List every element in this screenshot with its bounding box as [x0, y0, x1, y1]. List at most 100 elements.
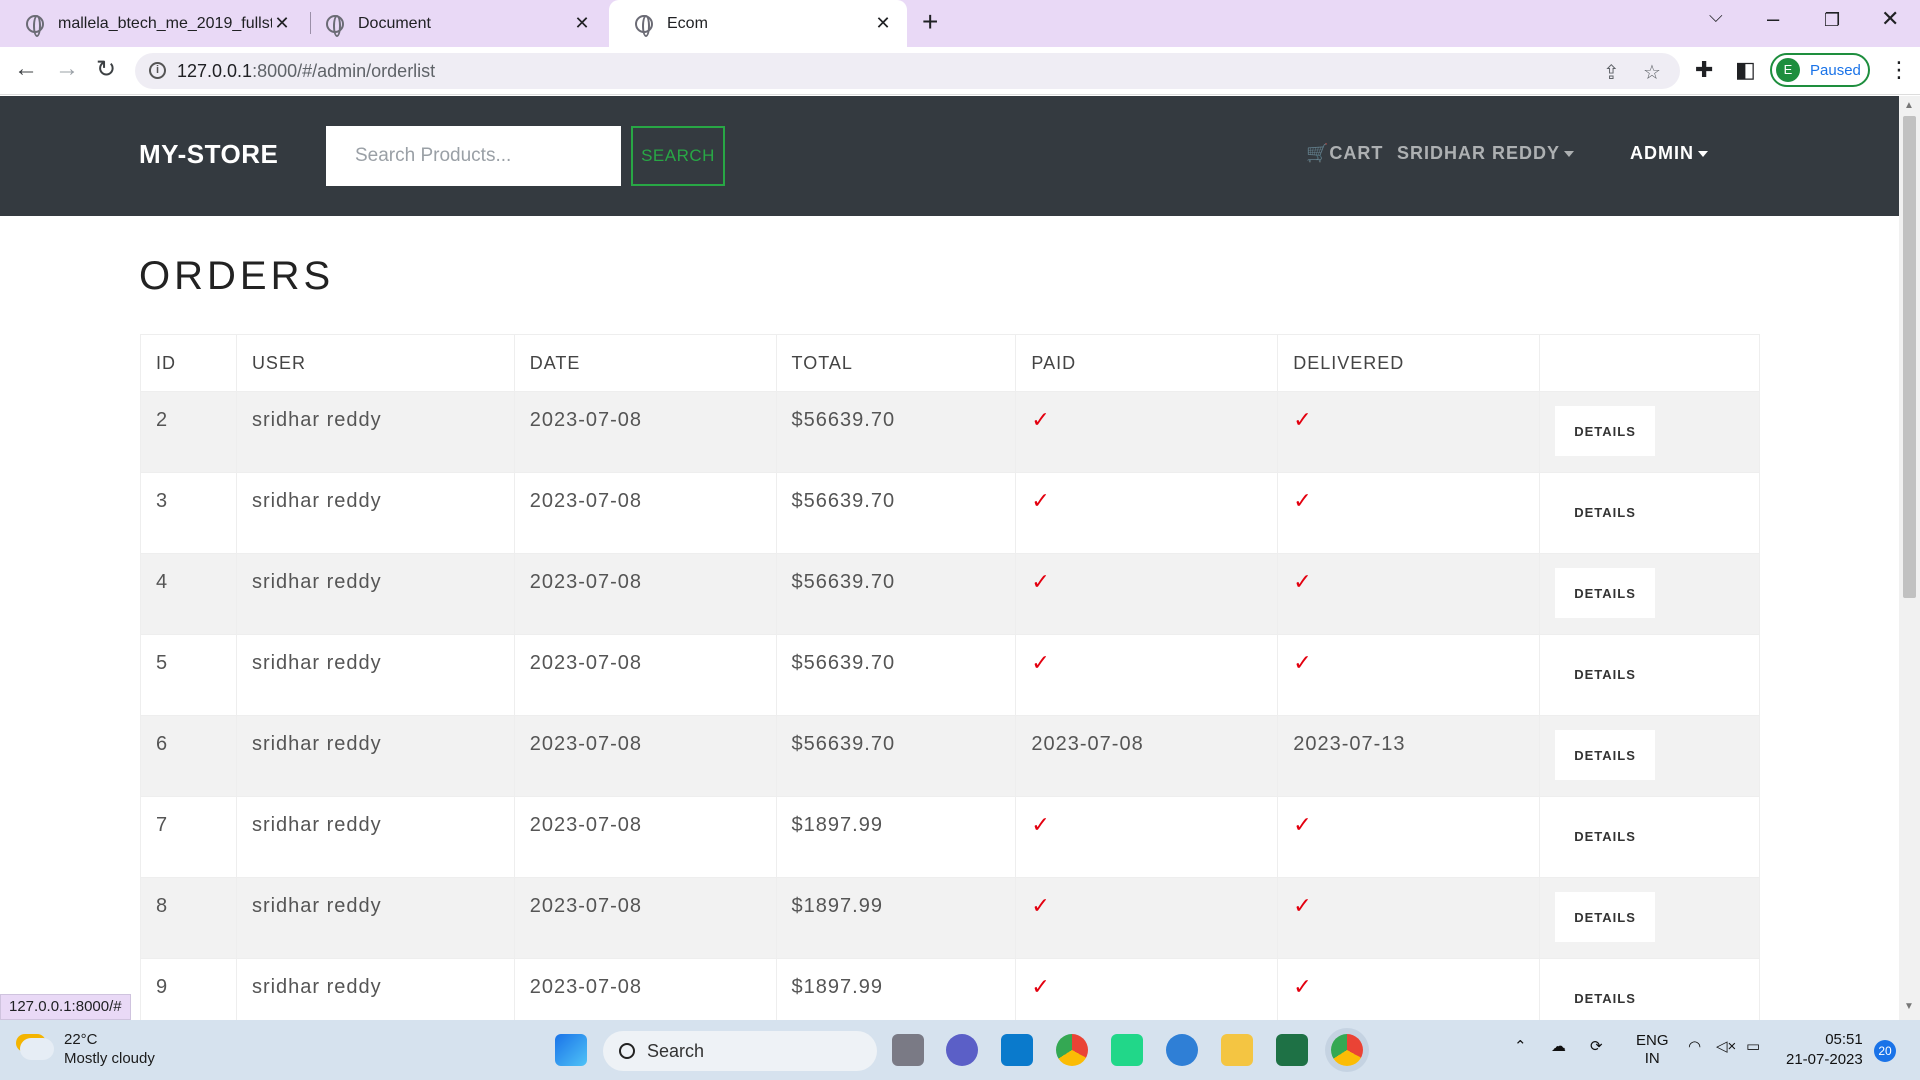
volume-muted-icon[interactable]: ◁× [1716, 1038, 1736, 1056]
page-scrollbar[interactable]: ▲ ▼ [1899, 96, 1920, 1020]
cell-date: 2023-07-08 [513, 391, 777, 473]
address-bar[interactable]: i 127.0.0.1:8000/#/admin/orderlist ⇪ ☆ [135, 53, 1680, 89]
admin-menu-dropdown[interactable]: ADMIN [1630, 143, 1708, 164]
site-info-icon[interactable]: i [149, 62, 166, 79]
cell-paid: ✓ [1015, 958, 1279, 1020]
checkmark-icon: ✓ [1031, 812, 1051, 837]
details-button[interactable]: DETAILS [1555, 973, 1655, 1020]
reload-icon[interactable]: ↻ [96, 55, 116, 84]
cell-date: 2023-07-08 [513, 877, 777, 959]
globe-icon [326, 14, 344, 37]
cart-icon: 🛒 [1306, 143, 1330, 163]
notification-badge[interactable]: 20 [1874, 1040, 1896, 1062]
table-row: 2 sridhar reddy 2023-07-08 $56639.70 ✓ ✓ DETAI… [140, 391, 1760, 473]
bookmark-star-icon[interactable]: ☆ [1643, 60, 1661, 85]
forward-icon[interactable]: → [55, 55, 79, 83]
cell-id: 7 [140, 796, 237, 878]
tab-document[interactable]: Document ✕ [300, 0, 606, 47]
cell-delivered: ✓ [1277, 796, 1541, 878]
new-tab-icon[interactable]: + [922, 6, 938, 38]
share-icon[interactable]: ⇪ [1603, 60, 1620, 85]
globe-icon [26, 14, 44, 37]
brand-logo[interactable]: MY-STORE [139, 139, 278, 170]
details-button[interactable]: DETAILS [1555, 649, 1655, 699]
tab-ecom[interactable]: Ecom ✕ [609, 0, 907, 47]
tab-search-icon[interactable]: ⌵ [1709, 6, 1723, 27]
cart-link[interactable]: 🛒CART [1306, 143, 1383, 164]
back-icon[interactable]: ← [14, 55, 38, 83]
cell-paid: 2023-07-08 [1015, 715, 1279, 797]
windows-start-icon[interactable] [555, 1034, 587, 1066]
link-status-bubble: 127.0.0.1:8000/# [0, 994, 131, 1020]
details-button[interactable]: DETAILS [1555, 406, 1656, 456]
avatar: E [1776, 58, 1800, 82]
file-explorer-icon[interactable] [1221, 1034, 1253, 1066]
close-icon[interactable]: ✕ [873, 13, 893, 34]
task-view-icon[interactable] [892, 1034, 924, 1066]
excel-icon[interactable] [1276, 1034, 1308, 1066]
wifi-icon[interactable]: ◠ [1688, 1038, 1701, 1056]
clock[interactable]: 05:51 21-07-2023 [1786, 1030, 1863, 1070]
column-header-actions [1539, 334, 1760, 392]
checkmark-icon: ✓ [1293, 974, 1313, 999]
restore-icon[interactable]: ❐ [1824, 10, 1840, 31]
temperature: 22°C [64, 1031, 98, 1048]
scroll-up-icon[interactable]: ▲ [1904, 100, 1914, 111]
chrome-profile-icon[interactable] [1331, 1034, 1363, 1066]
search-icon [619, 1043, 635, 1059]
scrollbar-thumb[interactable] [1903, 116, 1916, 598]
profile-button[interactable]: E Paused [1770, 53, 1870, 87]
details-button[interactable]: DETAILS [1555, 892, 1656, 942]
vscode-icon[interactable] [1001, 1034, 1033, 1066]
taskbar: 22°C Mostly cloudy Search ⌃ ☁ ⟳ ENG IN ◠… [0, 1020, 1920, 1080]
checkmark-icon: ✓ [1293, 893, 1313, 918]
cell-paid: ✓ [1015, 796, 1279, 878]
tab-title: Ecom [667, 14, 708, 32]
minimize-icon[interactable]: – [1767, 6, 1779, 32]
cell-date: 2023-07-08 [513, 634, 777, 716]
taskbar-search[interactable]: Search [603, 1031, 877, 1071]
cart-label: CART [1329, 143, 1384, 163]
details-button[interactable]: DETAILS [1555, 811, 1655, 861]
menu-kebab-icon[interactable]: ⋮ [1888, 57, 1910, 83]
details-button[interactable]: DETAILS [1555, 487, 1655, 537]
column-header-user: USER [235, 334, 515, 392]
search-input[interactable] [326, 126, 621, 186]
cell-date: 2023-07-08 [513, 553, 777, 635]
cell-total: $56639.70 [775, 715, 1017, 797]
browser-window: mallela_btech_me_2019_fullstack ✕ Docume… [0, 0, 1920, 1080]
cell-user: sridhar reddy [235, 634, 515, 716]
extensions-icon[interactable]: ✚ [1695, 57, 1713, 83]
details-button[interactable]: DETAILS [1555, 730, 1656, 780]
scroll-down-icon[interactable]: ▼ [1904, 1001, 1914, 1012]
chrome-icon[interactable] [1056, 1034, 1088, 1066]
mysql-workbench-icon[interactable] [1166, 1034, 1198, 1066]
close-icon[interactable]: ✕ [272, 13, 292, 34]
language-indicator[interactable]: ENG IN [1636, 1032, 1669, 1068]
checkmark-icon: ✓ [1031, 974, 1051, 999]
tab-title: mallela_btech_me_2019_fullstack [58, 14, 272, 32]
cell-delivered: ✓ [1277, 634, 1541, 716]
close-icon[interactable]: ✕ [572, 13, 592, 34]
checkmark-icon: ✓ [1031, 488, 1051, 513]
table-row: 4 sridhar reddy 2023-07-08 $56639.70 ✓ ✓ DETAI… [140, 553, 1760, 635]
teams-chat-icon[interactable] [946, 1034, 978, 1066]
weather-widget[interactable]: 22°C Mostly cloudy [20, 1030, 155, 1068]
onedrive-icon[interactable]: ☁ [1551, 1038, 1566, 1056]
side-panel-icon[interactable]: ◧ [1735, 57, 1756, 83]
weather-description: Mostly cloudy [64, 1050, 155, 1067]
checkmark-icon: ✓ [1031, 893, 1051, 918]
user-menu-dropdown[interactable]: SRIDHAR REDDY [1397, 143, 1575, 164]
sync-icon[interactable]: ⟳ [1590, 1038, 1603, 1056]
cell-delivered: ✓ [1277, 472, 1541, 554]
cell-total: $56639.70 [775, 634, 1017, 716]
window-close-icon[interactable]: ✕ [1881, 6, 1899, 32]
user-menu-label: SRIDHAR REDDY [1397, 143, 1561, 163]
details-button[interactable]: DETAILS [1555, 568, 1656, 618]
battery-icon[interactable]: ▭ [1746, 1038, 1760, 1056]
search-button[interactable]: SEARCH [631, 126, 725, 186]
chevron-up-icon[interactable]: ⌃ [1514, 1038, 1527, 1056]
pycharm-icon[interactable] [1111, 1034, 1143, 1066]
cell-total: $56639.70 [775, 472, 1017, 554]
tab-mallela[interactable]: mallela_btech_me_2019_fullstack ✕ [0, 0, 306, 47]
